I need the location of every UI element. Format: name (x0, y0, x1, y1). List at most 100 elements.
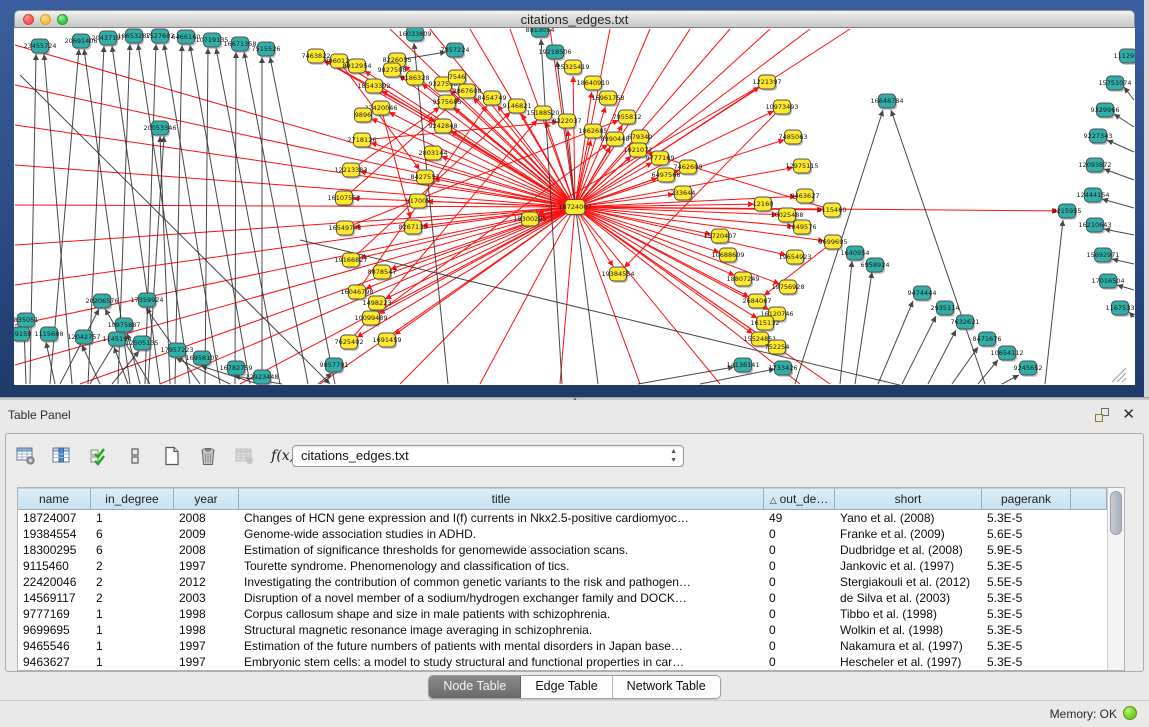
cell-out_de[interactable]: 0 (764, 558, 835, 574)
cell-year[interactable]: 2008 (174, 542, 239, 558)
cell-out_de[interactable]: 0 (764, 574, 835, 590)
cell-name[interactable]: 9115460 (18, 558, 91, 574)
column-header-filler[interactable] (1071, 488, 1107, 510)
cell-year[interactable]: 1998 (174, 622, 239, 638)
cell-in_degree[interactable]: 6 (91, 526, 174, 542)
cell-title[interactable]: Genome-wide association studies in ADHD. (239, 526, 764, 542)
cell-out_de[interactable]: 0 (764, 606, 835, 622)
cell-in_degree[interactable]: 2 (91, 558, 174, 574)
table-row[interactable]: 946362711997Embryonic stem cells: a mode… (18, 654, 1107, 670)
tab-node-table[interactable]: Node Table (429, 676, 521, 698)
close-panel-icon[interactable]: ✕ (1122, 405, 1135, 423)
cell-short[interactable]: Hescheler et al. (1997) (835, 654, 982, 670)
scrollbar-thumb[interactable] (1110, 491, 1122, 535)
cell-title[interactable]: Embryonic stem cells: a model to study s… (239, 654, 764, 670)
column-header-name[interactable]: name (18, 488, 91, 510)
cell-short[interactable]: Wolkin et al. (1998) (835, 622, 982, 638)
cell-pagerank[interactable]: 5.3E-5 (982, 654, 1071, 670)
column-header-pagerank[interactable]: pagerank (982, 488, 1071, 510)
column-header-out_de[interactable]: △out_de… (764, 488, 835, 510)
cell-title[interactable]: Corpus callosum shape and size in male p… (239, 606, 764, 622)
cell-out_de[interactable]: 0 (764, 654, 835, 670)
table-settings-button[interactable] (12, 442, 40, 470)
cell-in_degree[interactable]: 1 (91, 622, 174, 638)
cell-in_degree[interactable]: 2 (91, 574, 174, 590)
cell-name[interactable]: 19384554 (18, 526, 91, 542)
table-row[interactable]: 2242004622012Investigating the contribut… (18, 574, 1107, 590)
cell-in_degree[interactable]: 1 (91, 510, 174, 526)
column-header-in_degree[interactable]: in_degree (91, 488, 174, 510)
cell-pagerank[interactable]: 5.3E-5 (982, 558, 1071, 574)
cell-year[interactable]: 2012 (174, 574, 239, 590)
column-header-title[interactable]: title (239, 488, 764, 510)
cell-title[interactable]: Structural magnetic resonance image aver… (239, 622, 764, 638)
cell-short[interactable]: Tibbo et al. (1998) (835, 606, 982, 622)
tab-edge-table[interactable]: Edge Table (521, 676, 612, 698)
table-row[interactable]: 1830029562008Estimation of significance … (18, 542, 1107, 558)
cell-name[interactable]: 22420046 (18, 574, 91, 590)
cell-short[interactable]: Yano et al. (2008) (835, 510, 982, 526)
window-titlebar[interactable]: citations_edges.txt (14, 10, 1135, 28)
cell-name[interactable]: 9463627 (18, 654, 91, 670)
table-row[interactable]: 977716911998Corpus callosum shape and si… (18, 606, 1107, 622)
table-row[interactable]: 911546021997Tourette syndrome. Phenomeno… (18, 558, 1107, 574)
cell-title[interactable]: Disruption of a novel member of a sodium… (239, 590, 764, 606)
delete-table-button[interactable] (231, 442, 259, 470)
create-column-button[interactable] (158, 442, 186, 470)
cell-year[interactable]: 2003 (174, 590, 239, 606)
table-row[interactable]: 1456911722003Disruption of a novel membe… (18, 590, 1107, 606)
cell-pagerank[interactable]: 5.3E-5 (982, 590, 1071, 606)
cell-name[interactable]: 9777169 (18, 606, 91, 622)
cell-in_degree[interactable]: 6 (91, 542, 174, 558)
cell-out_de[interactable]: 0 (764, 542, 835, 558)
cell-in_degree[interactable]: 1 (91, 654, 174, 670)
cell-pagerank[interactable]: 5.9E-5 (982, 542, 1071, 558)
cell-name[interactable]: 18724007 (18, 510, 91, 526)
split-panel-button[interactable] (121, 442, 149, 470)
table-row[interactable]: 1872400712008Changes of HCN gene express… (18, 510, 1107, 526)
table-row[interactable]: 946554611997Estimation of the future num… (18, 638, 1107, 654)
cell-out_de[interactable]: 49 (764, 510, 835, 526)
cell-in_degree[interactable]: 1 (91, 606, 174, 622)
cell-year[interactable]: 1997 (174, 654, 239, 670)
float-panel-icon[interactable] (1095, 408, 1109, 422)
cell-short[interactable]: Jankovic et al. (1997) (835, 558, 982, 574)
cell-short[interactable]: Franke et al. (2009) (835, 526, 982, 542)
network-canvas[interactable]: 2345572420691406204371971065328715276026… (14, 28, 1135, 385)
cell-name[interactable]: 9699695 (18, 622, 91, 638)
cell-year[interactable]: 1998 (174, 606, 239, 622)
cell-year[interactable]: 2008 (174, 510, 239, 526)
show-columns-button[interactable] (48, 442, 76, 470)
table-row[interactable]: 1938455462009Genome-wide association stu… (18, 526, 1107, 542)
cell-pagerank[interactable]: 5.3E-5 (982, 606, 1071, 622)
cell-name[interactable]: 9465546 (18, 638, 91, 654)
cell-in_degree[interactable]: 2 (91, 590, 174, 606)
cell-year[interactable]: 1997 (174, 638, 239, 654)
cell-title[interactable]: Estimation of the future numbers of pati… (239, 638, 764, 654)
cell-short[interactable]: Nakamura et al. (1997) (835, 638, 982, 654)
cell-title[interactable]: Tourette syndrome. Phenomenology and cla… (239, 558, 764, 574)
cell-pagerank[interactable]: 5.3E-5 (982, 622, 1071, 638)
cell-title[interactable]: Investigating the contribution of common… (239, 574, 764, 590)
column-header-short[interactable]: short (835, 488, 982, 510)
cell-out_de[interactable]: 0 (764, 622, 835, 638)
cell-title[interactable]: Estimation of significance thresholds fo… (239, 542, 764, 558)
tab-network-table[interactable]: Network Table (613, 676, 720, 698)
table-selector-combobox[interactable]: citations_edges.txt ▲▼ (292, 445, 684, 467)
cell-in_degree[interactable]: 1 (91, 638, 174, 654)
cell-name[interactable]: 14569117 (18, 590, 91, 606)
cell-pagerank[interactable]: 5.6E-5 (982, 526, 1071, 542)
column-header-year[interactable]: year (174, 488, 239, 510)
cell-out_de[interactable]: 0 (764, 638, 835, 654)
cell-pagerank[interactable]: 5.5E-5 (982, 574, 1071, 590)
cell-pagerank[interactable]: 5.3E-5 (982, 638, 1071, 654)
cell-out_de[interactable]: 0 (764, 590, 835, 606)
row-selection-button[interactable] (85, 442, 113, 470)
cell-year[interactable]: 1997 (174, 558, 239, 574)
cell-short[interactable]: de Silva et al. (2003) (835, 590, 982, 606)
cell-name[interactable]: 18300295 (18, 542, 91, 558)
cell-year[interactable]: 2009 (174, 526, 239, 542)
table-row[interactable]: 969969511998Structural magnetic resonanc… (18, 622, 1107, 638)
delete-column-button[interactable] (194, 442, 222, 470)
cell-short[interactable]: Dudbridge et al. (2008) (835, 542, 982, 558)
